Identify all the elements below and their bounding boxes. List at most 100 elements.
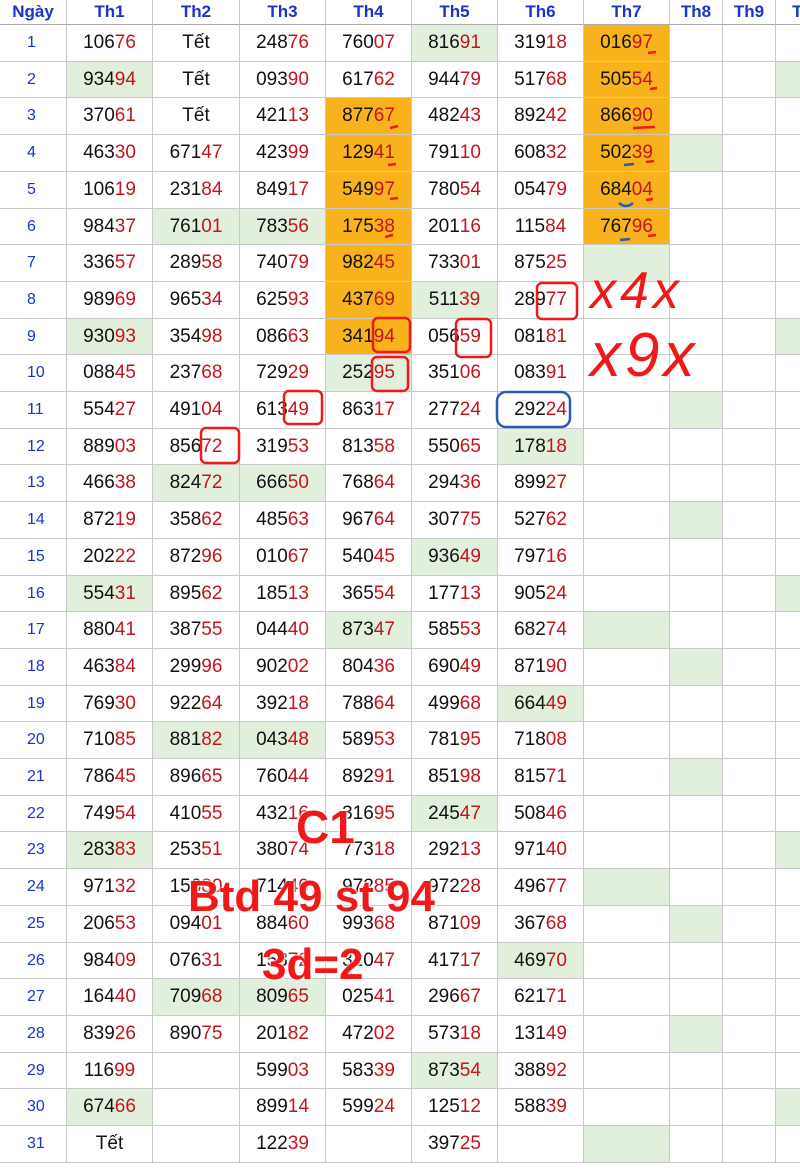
number-head: 131 [514,1023,546,1044]
result-cell [670,319,723,355]
number-tail: 31 [201,949,223,971]
result-cell [723,1016,776,1053]
result-cell: 760 44 [240,759,326,796]
number-head: 902 [256,656,288,677]
day-number: 31 [0,1126,67,1163]
number-tail: 10 [459,142,481,163]
number-tail: 25 [545,252,567,273]
header-month: Th5 [412,0,498,25]
result-cell: 010 67 [240,539,326,576]
result-cell [670,612,723,649]
result-cell: 573 18 [412,1016,498,1053]
result-cell: 971 40 [498,832,584,869]
number-head: 341 [342,325,374,347]
number-tail: 39 [631,142,653,163]
number-tail: 46 [545,802,567,824]
result-cell [584,832,670,869]
number-tail: 01 [459,252,481,273]
number-head: 824 [169,472,202,493]
number-tail: 90 [631,105,653,126]
number-tail: 22 [114,546,136,567]
result-cell [723,282,776,319]
number-tail: 24 [459,399,481,420]
number-tail: 49 [545,692,567,714]
number-head: 437 [342,289,374,310]
result-cell: 780 54 [412,172,498,209]
result-cell: 664 49 [498,686,584,722]
result-cell: 761 01 [153,209,240,245]
result-cell [723,1126,776,1163]
number-tail: 65 [459,435,481,457]
number-tail: 91 [373,766,395,787]
result-cell: 875 25 [498,245,584,282]
result-cell: 056 59 [412,319,498,355]
number-head: 076 [169,949,202,971]
number-tail: 72 [201,472,223,493]
number-tail: 67 [459,986,481,1007]
number-tail: 49 [545,1023,567,1044]
result-cell [670,355,723,392]
result-cell: 319 53 [240,429,326,465]
number-tail: 18 [459,1023,481,1044]
number-head: 177 [428,582,460,604]
result-cell: 902 02 [240,649,326,686]
result-cell: 813 58 [326,429,412,465]
result-cell [776,319,800,355]
result-cell: 292 13 [412,832,498,869]
number-tail: 82 [201,729,223,750]
number-tail: 62 [373,68,395,90]
result-cell: 786 45 [67,759,153,796]
number-head: 319 [256,435,288,457]
number-head: 354 [169,325,202,347]
result-cell: 740 79 [240,245,326,282]
number-tail: 53 [373,729,395,750]
number-tail: 97 [631,32,653,53]
result-cell: 299 96 [153,649,240,686]
result-cell: 889 03 [67,429,153,465]
number-head: 761 [169,215,202,237]
result-cell: 549 97 [326,172,412,209]
result-cell: 201 16 [412,209,498,245]
number-tail: 76 [114,32,136,53]
result-cell: 749 54 [67,796,153,832]
result-cell: 054 79 [498,172,584,209]
result-cell [584,465,670,502]
number-head: 508 [514,802,546,824]
number-head: 664 [514,692,546,714]
number-tail: 95 [373,802,395,824]
number-head: 709 [169,986,202,1007]
result-cell [584,355,670,392]
number-tail: 13 [287,105,309,126]
day-number: 20 [0,722,67,759]
number-tail: 79 [287,252,309,273]
result-cell: 863 17 [326,392,412,429]
result-cell [776,282,800,319]
number-head: 583 [342,1059,374,1081]
result-cell: 666 50 [240,465,326,502]
result-cell: 044 40 [240,612,326,649]
number-head: 296 [428,986,460,1007]
number-tail: 99 [114,1059,136,1081]
number-head: 589 [342,729,374,750]
result-cell [584,759,670,796]
result-cell: 899 14 [240,1089,326,1126]
result-cell [584,539,670,576]
number-tail: 54 [459,179,481,200]
result-cell [670,62,723,98]
number-head: 511 [428,289,460,310]
number-head: 056 [428,325,460,347]
number-tail: 64 [373,472,395,493]
number-tail: 65 [201,766,223,787]
result-cell: 106 76 [67,25,153,62]
number-head: 791 [428,142,460,163]
result-cell [776,502,800,539]
result-cell: Tết [153,98,240,135]
result-cell: 871 90 [498,649,584,686]
number-tail: 36 [459,472,481,493]
number-tail: 75 [201,1023,223,1044]
result-cell: 307 75 [412,502,498,539]
number-tail: 58 [373,435,395,457]
result-cell: 989 69 [67,282,153,319]
result-cell: 892 42 [498,98,584,135]
result-cell [723,209,776,245]
